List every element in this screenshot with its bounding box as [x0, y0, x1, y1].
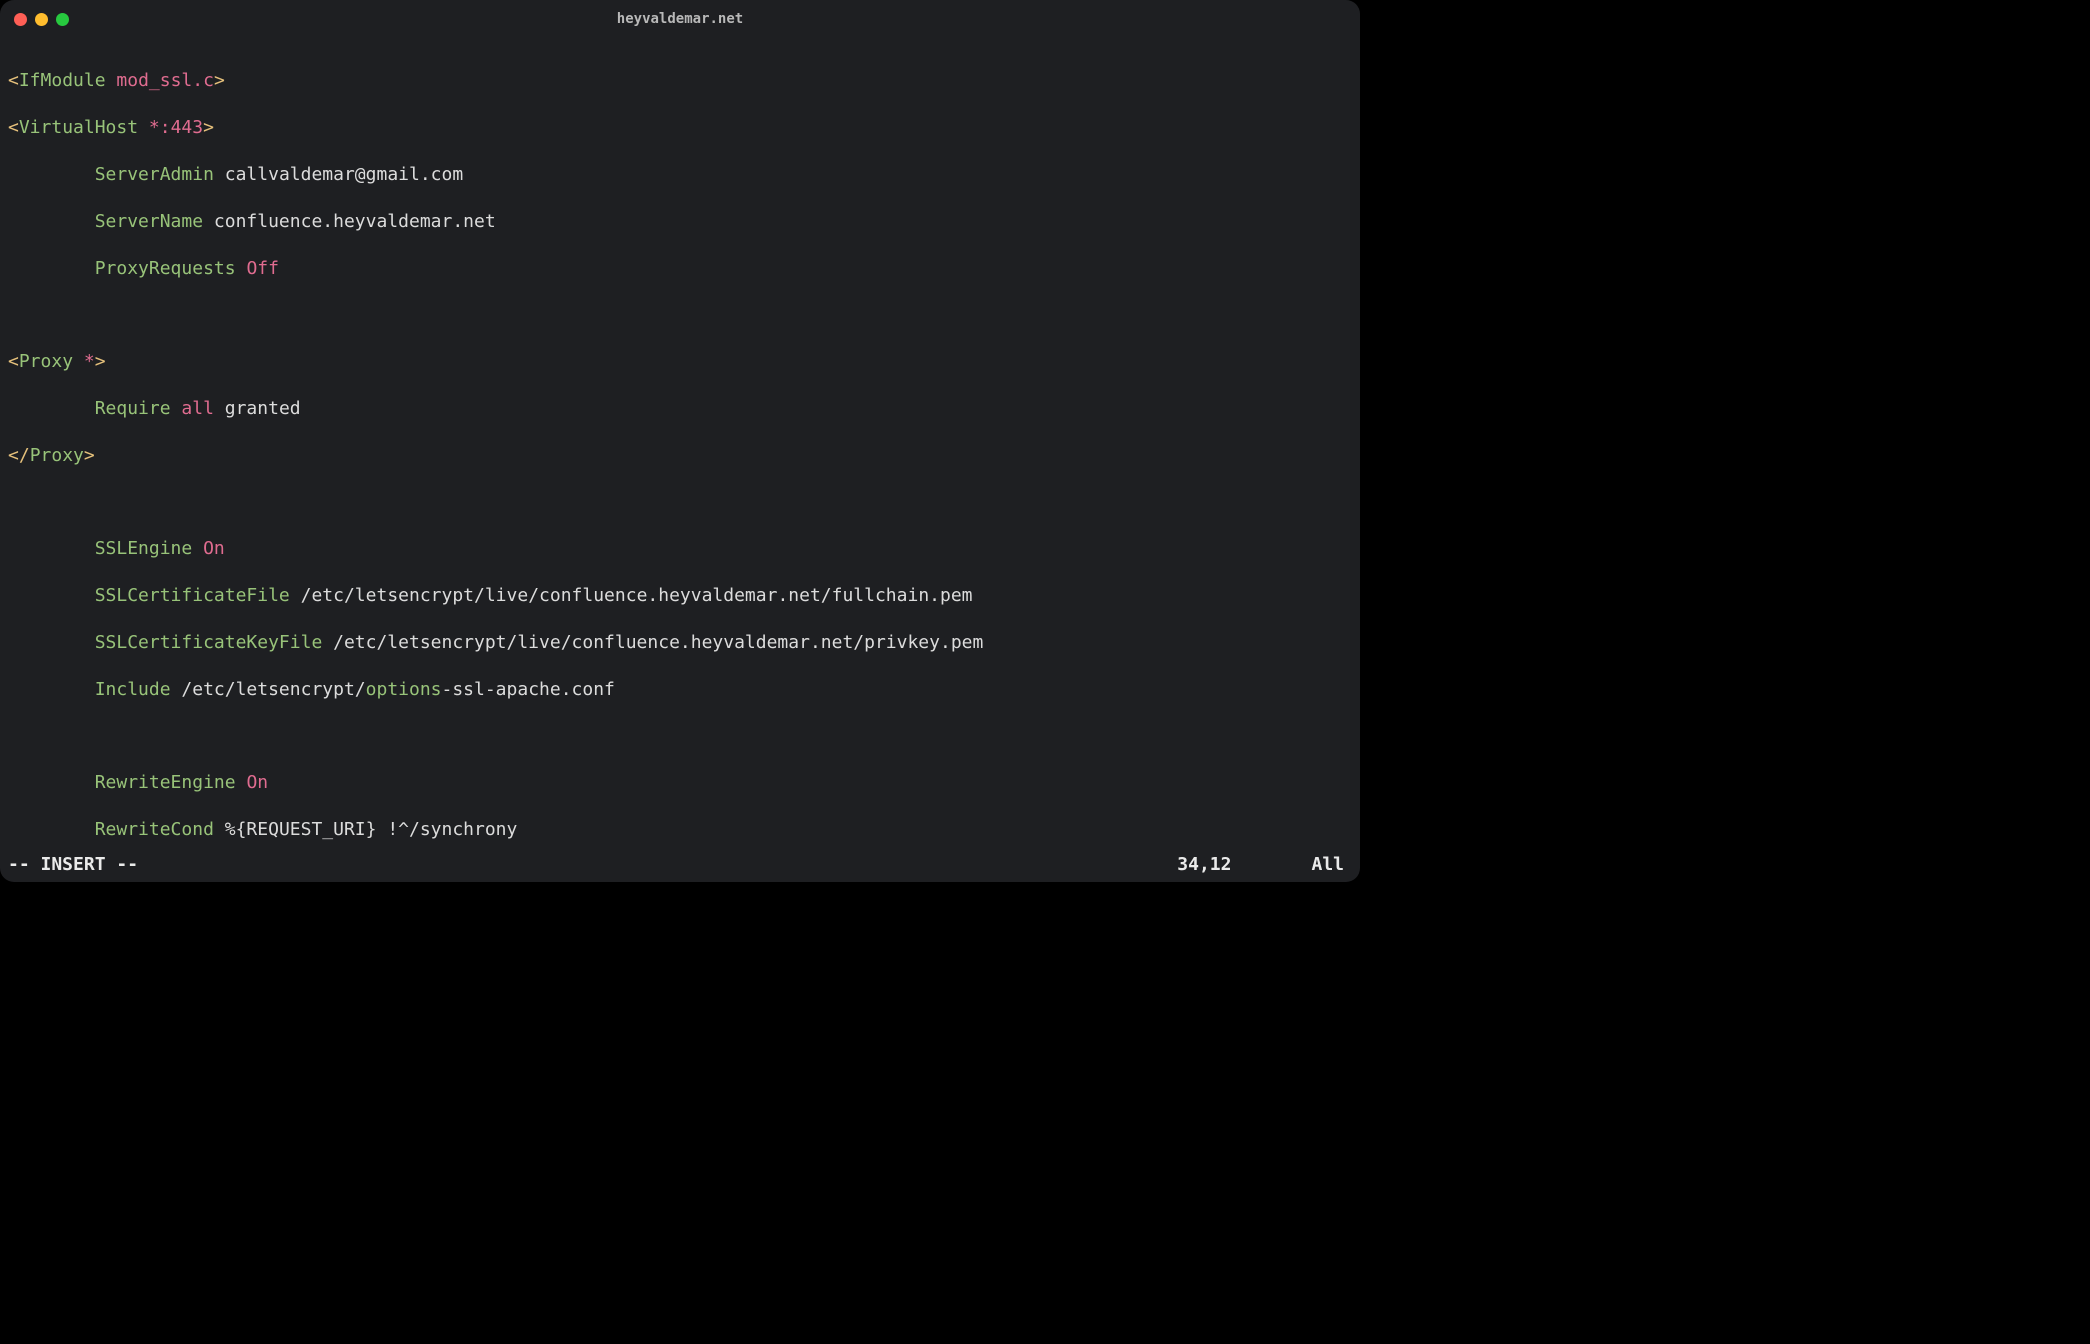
code-line: [8, 490, 1352, 513]
window-title: heyvaldemar.net: [0, 10, 1360, 28]
code-line: RewriteEngine On: [8, 771, 1352, 794]
code-line: SSLEngine On: [8, 537, 1352, 560]
code-line: SSLCertificateFile /etc/letsencrypt/live…: [8, 584, 1352, 607]
code-line: RewriteCond %{REQUEST_URI} !^/synchrony: [8, 818, 1352, 841]
maximize-icon[interactable]: [56, 13, 69, 26]
editor-area[interactable]: <IfModule mod_ssl.c> <VirtualHost *:443>…: [0, 38, 1360, 853]
minimize-icon[interactable]: [35, 13, 48, 26]
code-line: [8, 303, 1352, 326]
code-line: ServerName confluence.heyvaldemar.net: [8, 210, 1352, 233]
code-line: SSLCertificateKeyFile /etc/letsencrypt/l…: [8, 631, 1352, 654]
code-line: Require all granted: [8, 397, 1352, 420]
vim-mode: -- INSERT --: [8, 853, 138, 876]
code-line: <Proxy *>: [8, 350, 1352, 373]
code-line: <VirtualHost *:443>: [8, 116, 1352, 139]
code-line: [8, 724, 1352, 747]
code-line: ServerAdmin callvaldemar@gmail.com: [8, 163, 1352, 186]
code-line: ProxyRequests Off: [8, 257, 1352, 280]
titlebar: heyvaldemar.net: [0, 0, 1360, 38]
close-icon[interactable]: [14, 13, 27, 26]
vim-scroll-pos: All: [1311, 853, 1344, 876]
window-controls: [14, 13, 69, 26]
code-line: <IfModule mod_ssl.c>: [8, 69, 1352, 92]
terminal-window: heyvaldemar.net <IfModule mod_ssl.c> <Vi…: [0, 0, 1360, 882]
vim-status-bar: -- INSERT -- 34,12 All: [0, 853, 1360, 882]
code-line: </Proxy>: [8, 444, 1352, 467]
vim-cursor-pos: 34,12: [1177, 853, 1231, 876]
code-line: Include /etc/letsencrypt/options-ssl-apa…: [8, 678, 1352, 701]
